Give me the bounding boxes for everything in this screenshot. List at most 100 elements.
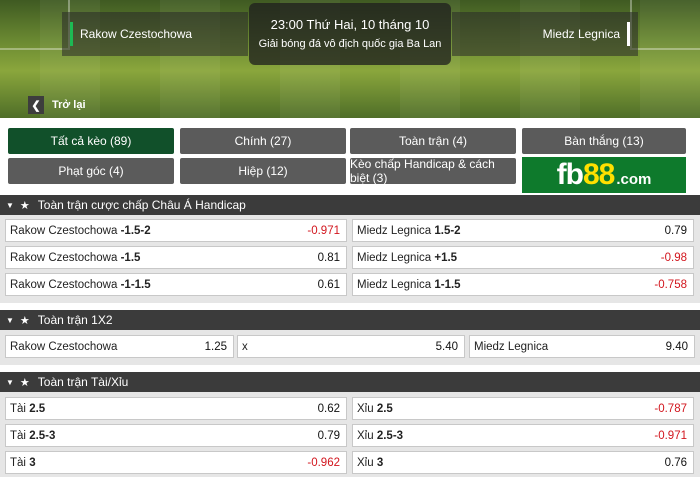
selection-name: Rakow Czestochowa xyxy=(10,278,118,291)
handicap-line: -1.5 xyxy=(120,251,141,264)
odd-value: 0.76 xyxy=(664,456,687,469)
odds-cell-under[interactable]: Xỉu 3 0.76 xyxy=(352,451,694,474)
selection-name: Tài xyxy=(10,429,26,442)
selection-name: Tài xyxy=(10,402,26,415)
handicap-line: 2.5-3 xyxy=(376,429,404,442)
caret-down-icon: ▼ xyxy=(6,315,14,325)
match-time: 23:00 Thứ Hai, 10 tháng 10 xyxy=(270,17,430,32)
match-info: 23:00 Thứ Hai, 10 tháng 10 Giải bóng đá … xyxy=(249,3,451,65)
odds-cell-over[interactable]: Tài 3 -0.962 xyxy=(5,451,347,474)
match-league: Giải bóng đá vô địch quốc gia Ba Lan xyxy=(258,38,442,50)
chevron-left-icon: ❮ xyxy=(28,96,44,114)
selection-name: Rakow Czestochowa xyxy=(10,251,118,264)
odds-cell-away[interactable]: Miedz Legnica 1-1.5 -0.758 xyxy=(352,273,694,296)
odd-value: 1.25 xyxy=(204,340,227,353)
selection-label: Rakow Czestochowa -1-1.5 xyxy=(10,279,151,291)
selection-label: Tài 2.5-3 xyxy=(10,430,55,442)
odds-cell-home[interactable]: Rakow Czestochowa -1-1.5 0.61 xyxy=(5,273,347,296)
odds-cell-under[interactable]: Xỉu 2.5 -0.787 xyxy=(352,397,694,420)
star-icon[interactable]: ★ xyxy=(20,376,30,389)
tab-goals[interactable]: Bàn thắng (13) xyxy=(522,128,686,154)
selection-name: x xyxy=(242,340,248,353)
logo-88: 88 xyxy=(582,158,615,191)
selection-label: Tài 2.5 xyxy=(10,403,45,415)
selection-label: Miedz Legnica 1.5-2 xyxy=(357,225,461,237)
odds-cell-over[interactable]: Tài 2.5 0.62 xyxy=(5,397,347,420)
selection-name: Xỉu xyxy=(357,402,374,415)
selection-label: Xỉu 2.5 xyxy=(357,403,393,415)
selection-label: Tài 3 xyxy=(10,457,36,469)
home-team: Rakow Czestochowa xyxy=(62,12,248,56)
away-team: Miedz Legnica xyxy=(452,12,638,56)
back-label: Trở lại xyxy=(52,99,86,111)
odd-value: -0.758 xyxy=(654,278,687,291)
odds-cell-under[interactable]: Xỉu 2.5-3 -0.971 xyxy=(352,424,694,447)
away-team-name: Miedz Legnica xyxy=(542,27,620,41)
handicap-line: 2.5 xyxy=(29,402,46,415)
match-header: Rakow Czestochowa 23:00 Thứ Hai, 10 thán… xyxy=(0,0,700,118)
odd-value: -0.971 xyxy=(307,224,340,237)
handicap-line: 2.5 xyxy=(376,402,393,415)
odds-cell-home[interactable]: Rakow Czestochowa -1.5-2 -0.971 xyxy=(5,219,347,242)
section-asian-handicap-header[interactable]: ▼ ★ Toàn trận cược chấp Châu Á Handicap xyxy=(0,195,700,215)
odd-value: 0.61 xyxy=(317,278,340,291)
tab-full-match[interactable]: Toàn trận (4) xyxy=(350,128,516,154)
odds-cell-away[interactable]: Miedz Legnica +1.5 -0.98 xyxy=(352,246,694,269)
odd-value: -0.971 xyxy=(654,429,687,442)
selection-name: Xỉu xyxy=(357,429,374,442)
odd-value: 0.79 xyxy=(664,224,687,237)
selection-label: Rakow Czestochowa -1.5-2 xyxy=(10,225,151,237)
odds-cell-1x2[interactable]: Rakow Czestochowa 1.25 xyxy=(5,335,234,358)
star-icon[interactable]: ★ xyxy=(20,314,30,327)
section-1x2-header[interactable]: ▼ ★ Toàn trận 1X2 xyxy=(0,310,700,330)
selection-name: Rakow Czestochowa xyxy=(10,340,118,353)
odd-value: 0.81 xyxy=(317,251,340,264)
star-icon[interactable]: ★ xyxy=(20,199,30,212)
back-button[interactable]: ❮ Trở lại xyxy=(28,96,86,114)
tab-main[interactable]: Chính (27) xyxy=(180,128,346,154)
odd-value: 5.40 xyxy=(435,340,458,353)
odd-value: 0.79 xyxy=(317,429,340,442)
handicap-line: 1-1.5 xyxy=(434,278,461,291)
handicap-line: +1.5 xyxy=(434,251,458,264)
selection-label: Rakow Czestochowa xyxy=(10,341,117,353)
tab-corners[interactable]: Phạt góc (4) xyxy=(8,158,174,184)
caret-down-icon: ▼ xyxy=(6,200,14,210)
handicap-line: -1-1.5 xyxy=(120,278,151,291)
tab-handicap[interactable]: Kèo chấp Handicap & cách biệt (3) xyxy=(350,157,516,185)
selection-name: Miedz Legnica xyxy=(474,340,549,353)
selection-label: Rakow Czestochowa -1.5 xyxy=(10,252,140,264)
odd-value: 9.40 xyxy=(665,340,688,353)
odds-cell-home[interactable]: Rakow Czestochowa -1.5 0.81 xyxy=(5,246,347,269)
section-over-under-header[interactable]: ▼ ★ Toàn trận Tài/Xỉu xyxy=(0,372,700,392)
selection-label: Xỉu 3 xyxy=(357,457,383,469)
caret-down-icon: ▼ xyxy=(6,377,14,387)
odd-value: -0.787 xyxy=(654,402,687,415)
handicap-line: 1.5-2 xyxy=(434,224,461,237)
selection-name: Miedz Legnica xyxy=(357,278,432,291)
selection-label: Xỉu 2.5-3 xyxy=(357,430,403,442)
odds-cell-1x2[interactable]: x 5.40 xyxy=(237,335,465,358)
fb88-logo: fb 88 .com xyxy=(522,157,686,193)
selection-label: Miedz Legnica 1-1.5 xyxy=(357,279,461,291)
selection-label: Miedz Legnica xyxy=(474,341,548,353)
tab-half[interactable]: Hiệp (12) xyxy=(180,158,346,184)
odd-value: -0.962 xyxy=(307,456,340,469)
odds-cell-over[interactable]: Tài 2.5-3 0.79 xyxy=(5,424,347,447)
odds-cell-1x2[interactable]: Miedz Legnica 9.40 xyxy=(469,335,695,358)
selection-name: Xỉu xyxy=(357,456,374,469)
section-title: Toàn trận cược chấp Châu Á Handicap xyxy=(37,198,246,212)
selection-label: Miedz Legnica +1.5 xyxy=(357,252,457,264)
selection-name: Rakow Czestochowa xyxy=(10,224,118,237)
odd-value: -0.98 xyxy=(660,251,687,264)
selection-name: Miedz Legnica xyxy=(357,224,432,237)
logo-fb: fb xyxy=(556,158,584,191)
odds-cell-away[interactable]: Miedz Legnica 1.5-2 0.79 xyxy=(352,219,694,242)
selection-name: Tài xyxy=(10,456,26,469)
handicap-line: 3 xyxy=(376,456,384,469)
handicap-line: 2.5-3 xyxy=(29,429,56,442)
tab-all[interactable]: Tất cả kèo (89) xyxy=(8,128,174,154)
selection-name: Miedz Legnica xyxy=(357,251,432,264)
handicap-line: -1.5-2 xyxy=(120,224,151,237)
selection-label: x xyxy=(242,341,248,353)
